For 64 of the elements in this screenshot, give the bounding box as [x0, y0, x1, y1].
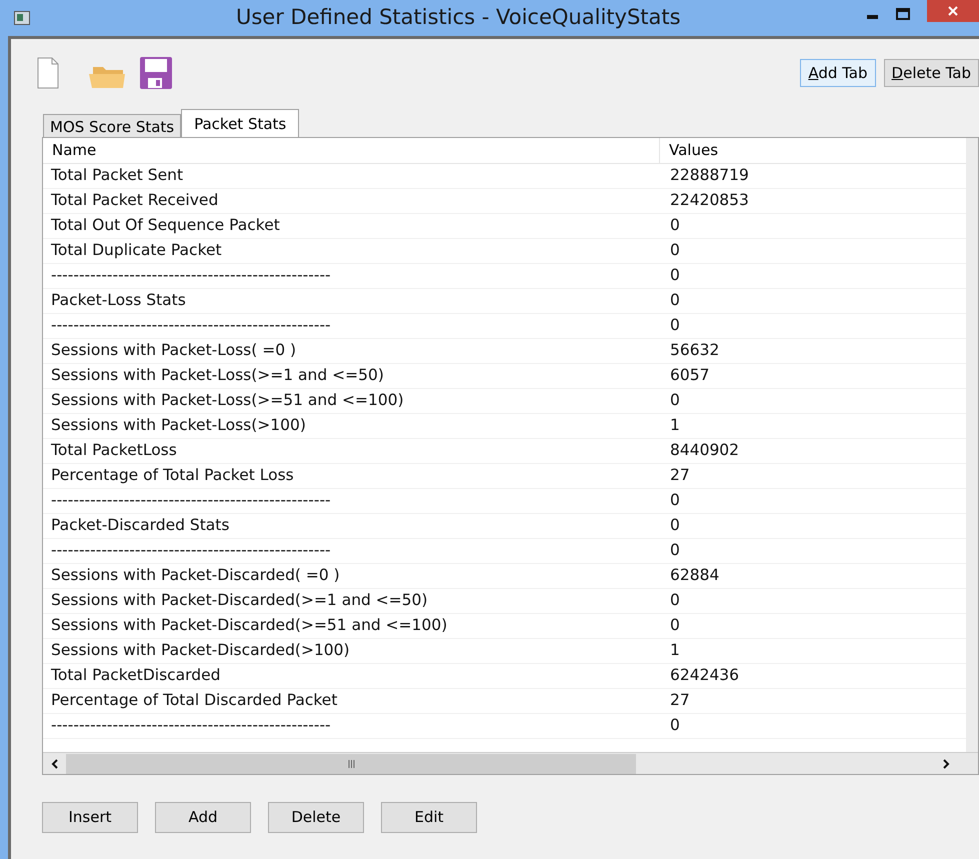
table-cell-text: Sessions with Packet-Loss(>=1 and <=50)	[50, 365, 385, 386]
table-cell-text: --------------------------------------------------	[50, 715, 332, 736]
action-button[interactable]: Insert	[42, 802, 138, 833]
table-cell-text: --------------------------------------------------	[50, 490, 332, 512]
action-button[interactable]: Add	[155, 802, 251, 833]
table-cell-text: --------------------------------------------------	[50, 540, 332, 562]
close-icon	[948, 6, 958, 16]
column-header[interactable]: Name	[43, 138, 660, 163]
table-cell-text: 0	[669, 240, 681, 262]
table-cell-text: 0	[669, 390, 681, 412]
table-cell-text: Sessions with Packet-Discarded(>100)	[50, 640, 351, 662]
table-cell-text: Total PacketDiscarded	[50, 665, 222, 686]
save-icon[interactable]	[139, 56, 173, 90]
table-cell-text: 0	[669, 265, 681, 286]
table-cell-text: 6057	[669, 365, 710, 386]
column-header[interactable]: Values	[660, 139, 966, 162]
table-cell-text: Total Duplicate Packet	[50, 240, 223, 262]
table-cell-text: 22888719	[669, 165, 750, 186]
table-cell-text: 6242436	[669, 665, 740, 686]
table-cell-text: 0	[669, 540, 681, 562]
table-cell-text: 62884	[669, 565, 720, 586]
table-cell-text: 8440902	[669, 440, 740, 462]
table-cell-text: 0	[669, 215, 681, 236]
table-cell-text: Total Packet Received	[50, 190, 220, 212]
table-cell-text: Total Out Of Sequence Packet	[50, 215, 281, 236]
action-button[interactable]: Delete	[268, 802, 364, 833]
table-cell-text: Packet-Loss Stats	[50, 290, 187, 312]
table-cell-text: 1	[669, 640, 681, 662]
tab-action-button[interactable]: Add Tab	[800, 59, 876, 87]
table-cell-text: Percentage of Total Discarded Packet	[50, 690, 338, 712]
table-cell-text: 27	[669, 465, 691, 486]
table-cell-text: Sessions with Packet-Discarded( =0 )	[50, 565, 341, 586]
maximize-icon[interactable]	[896, 8, 910, 20]
table-cell-text: 0	[669, 290, 681, 312]
table-cell-text: 0	[669, 315, 681, 336]
table-cell-text: 56632	[669, 340, 720, 362]
table-cell-text: 27	[669, 690, 691, 712]
table-cell-text: 0	[669, 515, 681, 536]
table-cell-text: --------------------------------------------------	[50, 315, 332, 336]
table-cell-text: --------------------------------------------------	[50, 265, 332, 286]
table-cell-text: 0	[669, 490, 681, 512]
table-cell-text: 22420853	[669, 190, 750, 212]
table-cell-text: Sessions with Packet-Loss(>100)	[50, 415, 307, 436]
table-cell-text: Sessions with Packet-Loss( =0 )	[50, 340, 298, 362]
table-cell-text: Sessions with Packet-Loss(>=51 and <=100)	[50, 390, 405, 412]
table-cell-text: 0	[669, 715, 681, 736]
action-button[interactable]: Edit	[381, 802, 477, 833]
tab[interactable]: MOS Score Stats	[43, 114, 182, 137]
grip-icon	[348, 760, 354, 768]
window-title: User Defined Statistics - VoiceQualityStats	[236, 4, 681, 32]
table-cell-text: Percentage of Total Packet Loss	[50, 465, 295, 486]
table-cell-text: Sessions with Packet-Discarded(>=51 and <=100)	[50, 615, 448, 636]
table-cell-text: Sessions with Packet-Discarded(>=1 and <=50)	[50, 590, 429, 612]
table-cell-text: 0	[669, 615, 681, 636]
close-button[interactable]	[927, 0, 979, 22]
table-cell-text: Total Packet Sent	[50, 165, 184, 186]
table-cell-text: Packet-Discarded Stats	[50, 515, 230, 536]
app-icon	[14, 11, 30, 25]
table-cell-text: 0	[669, 590, 681, 612]
table-cell-text: 1	[669, 415, 681, 436]
tab-action-button[interactable]: Delete Tab	[884, 59, 979, 87]
new-file-icon[interactable]	[37, 57, 59, 89]
tab[interactable]: Packet Stats	[181, 109, 300, 137]
table-cell-text: Total PacketLoss	[50, 440, 178, 462]
